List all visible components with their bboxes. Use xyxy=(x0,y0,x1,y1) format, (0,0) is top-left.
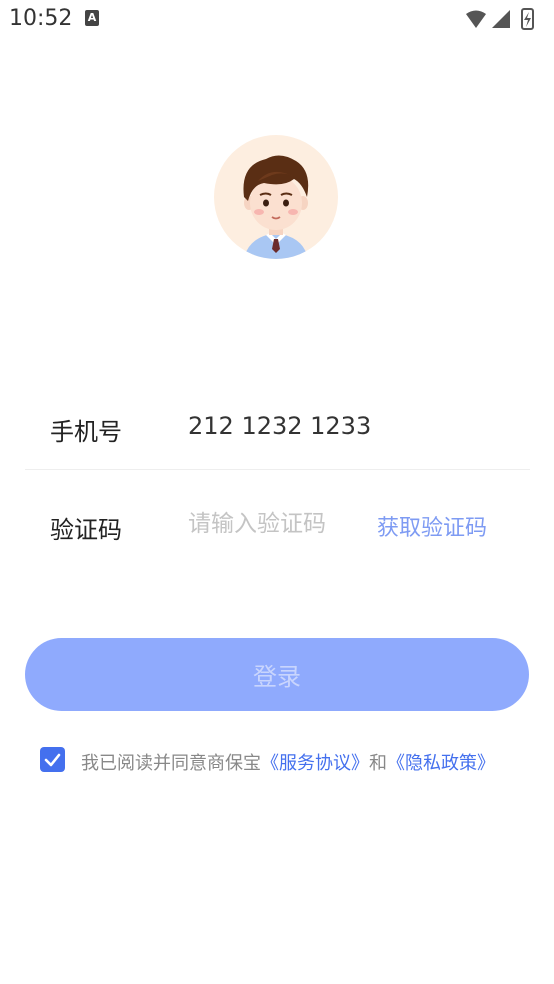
status-bar: 10:52 A xyxy=(0,0,554,40)
agreement-text: 我已阅读并同意商保宝《服务协议》和《隐私政策》 xyxy=(81,749,495,775)
code-label: 验证码 xyxy=(50,516,122,544)
agreement-conjunction: 和 xyxy=(369,753,387,774)
agreement: 我已阅读并同意商保宝《服务协议》和《隐私政策》 xyxy=(40,747,540,775)
privacy-policy-link[interactable]: 《隐私政策》 xyxy=(387,753,495,774)
cartoon-boy-avatar-icon xyxy=(243,155,309,259)
get-code-button[interactable]: 获取验证码 xyxy=(377,510,487,542)
agreement-prefix: 我已阅读并同意商保宝 xyxy=(81,753,261,774)
service-agreement-link[interactable]: 《服务协议》 xyxy=(261,753,369,774)
phone-field[interactable]: 212 1232 1233 xyxy=(188,412,371,440)
login-button[interactable]: 登录 xyxy=(25,638,529,711)
phone-label: 手机号 xyxy=(50,418,122,446)
code-input[interactable] xyxy=(188,504,363,544)
signal-icon xyxy=(492,10,510,28)
check-icon xyxy=(44,753,61,767)
phone-row: 手机号 212 1232 1233 xyxy=(25,392,530,462)
avatar xyxy=(214,135,338,259)
divider xyxy=(25,469,530,470)
login-screen: 10:52 A 手机号 212 1232 1233 验证码 请输入验证码 获取验… xyxy=(0,0,554,984)
notification-icon: A xyxy=(85,10,99,26)
status-time: 10:52 xyxy=(9,6,73,31)
agreement-checkbox[interactable] xyxy=(40,747,65,772)
code-row: 验证码 获取验证码 xyxy=(25,490,530,560)
status-icons xyxy=(466,8,534,30)
wifi-icon xyxy=(466,10,486,28)
